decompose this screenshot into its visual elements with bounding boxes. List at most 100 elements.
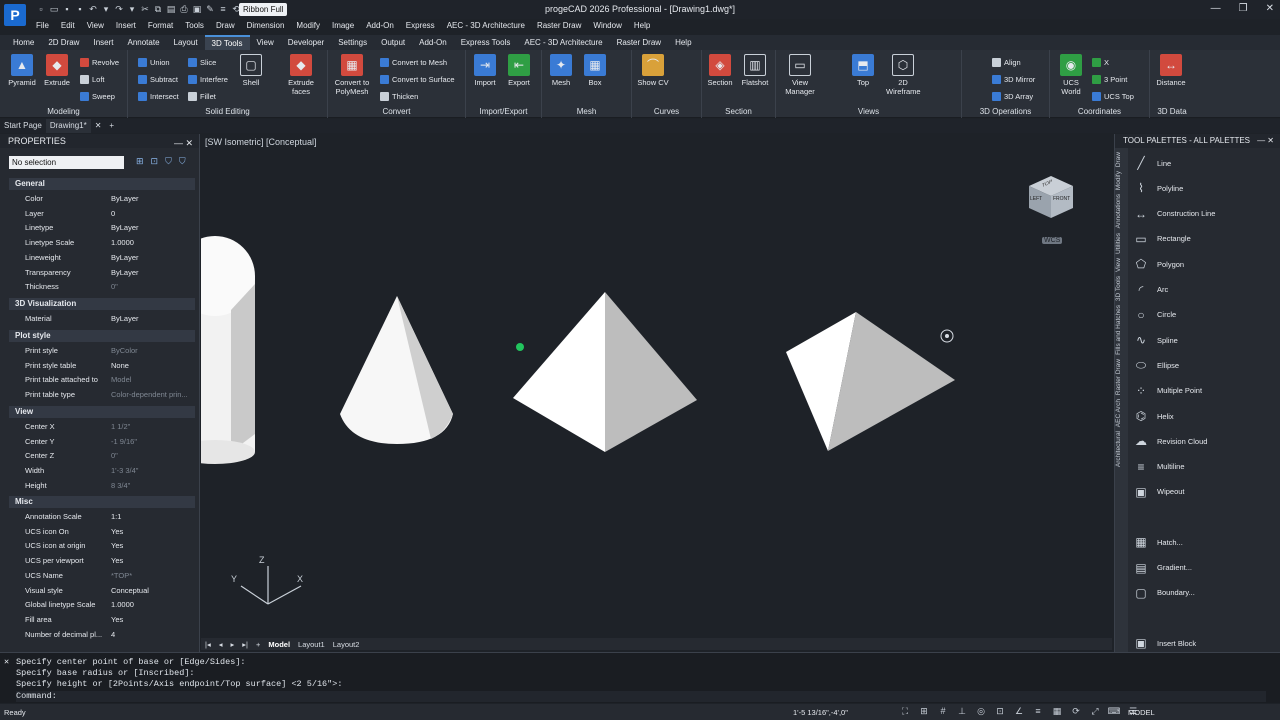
convert-polymesh-button[interactable]: ▦ Convert to PolyMesh — [332, 54, 372, 96]
tab-3d-tools[interactable]: 3D Tools — [204, 35, 250, 50]
property-row[interactable]: Center Y -1 9/16" — [9, 435, 195, 449]
tab-help[interactable]: Help — [668, 35, 698, 50]
property-value[interactable]: ByLayer — [111, 266, 195, 280]
properties-close-icon[interactable]: — ✕ — [174, 136, 193, 150]
grid-icon[interactable]: # — [936, 706, 950, 718]
cone-solid[interactable] — [340, 296, 453, 444]
palette-tab-view[interactable]: View — [1115, 258, 1122, 272]
save-as-icon[interactable]: ▪ — [75, 3, 85, 15]
wcs-menu[interactable]: WCS — [1042, 237, 1063, 244]
3d-mirror-button[interactable]: 3D Mirror — [992, 73, 1035, 85]
palette-tool-boundary[interactable]: ▢ Boundary... — [1131, 582, 1277, 604]
menu-format[interactable]: Format — [142, 19, 179, 33]
palette-tool-insert-block[interactable]: ▣ Insert Block — [1131, 632, 1277, 654]
undo-dropdown-icon[interactable]: ▾ — [101, 3, 111, 15]
property-value[interactable]: 1:1 — [111, 510, 195, 524]
property-value[interactable]: Yes — [111, 525, 195, 539]
palette-tab-utilities[interactable]: Utilities — [1115, 233, 1122, 254]
property-row[interactable]: Print table attached to Model — [9, 373, 195, 387]
close-icon[interactable]: ✕ — [1266, 3, 1274, 14]
menu-raster[interactable]: Raster Draw — [531, 19, 587, 33]
layout-nav-next-icon[interactable]: ▸ — [226, 640, 238, 649]
menu-express[interactable]: Express — [400, 19, 441, 33]
palette-tab-aec[interactable]: AEC Arch — [1115, 399, 1122, 427]
drawing-viewport[interactable]: [SW Isometric] [Conceptual] TOP LEFT FRO… — [201, 134, 1112, 638]
lineweight-icon[interactable]: ≡ — [1031, 706, 1045, 718]
menu-tools[interactable]: Tools — [179, 19, 210, 33]
property-row[interactable]: Thickness 0" — [9, 280, 195, 294]
ucs-x-button[interactable]: X — [1092, 56, 1109, 68]
tab-settings[interactable]: Settings — [331, 35, 374, 50]
tab-layout1[interactable]: Layout1 — [294, 640, 329, 649]
menu-addon[interactable]: Add-On — [360, 19, 400, 33]
shell-button[interactable]: ▢ Shell — [234, 54, 268, 87]
layout-nav-prev-icon[interactable]: ◂ — [215, 640, 227, 649]
property-row[interactable]: UCS per viewport Yes — [9, 554, 195, 568]
property-value[interactable]: *TOP* — [111, 569, 195, 583]
property-value[interactable]: Color-dependent prin... — [111, 388, 195, 402]
distance-button[interactable]: ↔ Distance — [1154, 54, 1188, 87]
mesh-button[interactable]: ✦ Mesh — [544, 54, 578, 87]
property-row[interactable]: Number of decimal pl... 4 — [9, 628, 195, 642]
app-logo-icon[interactable]: P — [4, 4, 26, 26]
command-close-icon[interactable]: ✕ — [4, 657, 9, 667]
palette-tab-modify[interactable]: Modify — [1115, 171, 1122, 190]
property-value[interactable]: 0 — [111, 207, 195, 221]
palette-tab-annotations[interactable]: Annotations — [1115, 194, 1122, 228]
new-tab-icon[interactable]: + — [105, 119, 118, 133]
tab-aec[interactable]: AEC - 3D Architecture — [517, 35, 609, 50]
layout-nav-first-icon[interactable]: |◂ — [201, 640, 215, 649]
property-row[interactable]: Lineweight ByLayer — [9, 251, 195, 265]
matchprop-icon[interactable]: ✎ — [205, 3, 215, 15]
palette-tab-fills[interactable]: Fills and Hatches — [1115, 305, 1122, 355]
annotation-scale-icon[interactable]: ⛶ — [898, 706, 912, 718]
property-row[interactable]: UCS icon On Yes — [9, 525, 195, 539]
menu-view[interactable]: View — [81, 19, 110, 33]
cylinder-solid[interactable] — [201, 236, 255, 464]
close-tab-icon[interactable]: ✕ — [91, 119, 106, 133]
osnap-icon[interactable]: ⊡ — [993, 706, 1007, 718]
ribbon-mode-dropdown[interactable]: Ribbon Full — [239, 3, 288, 16]
property-value[interactable]: Yes — [111, 554, 195, 568]
palette-tool-gradient[interactable]: ▤ Gradient... — [1131, 557, 1277, 579]
palette-tool-multiple-point[interactable]: ⁘ Multiple Point — [1131, 380, 1277, 402]
layout-nav-last-icon[interactable]: ▸| — [238, 640, 252, 649]
mesh-box-button[interactable]: ▦ Box — [578, 54, 612, 87]
menu-edit[interactable]: Edit — [55, 19, 81, 33]
property-value[interactable]: 0" — [111, 449, 195, 463]
palette-tool-polyline[interactable]: ⌇ Polyline — [1131, 177, 1277, 199]
ucs-world-button[interactable]: ◉ UCS World — [1054, 54, 1088, 96]
property-row[interactable]: Center Z 0" — [9, 449, 195, 463]
menu-modify[interactable]: Modify — [290, 19, 326, 33]
property-value[interactable]: ByLayer — [111, 312, 195, 326]
tab-drawing1[interactable]: Drawing1* — [45, 119, 91, 133]
command-input[interactable] — [16, 691, 1266, 702]
palette-tool-arc[interactable]: ◜ Arc — [1131, 279, 1277, 301]
property-row[interactable]: Layer 0 — [9, 207, 195, 221]
tab-model[interactable]: Model — [264, 640, 294, 649]
palette-tool-ellipse[interactable]: ⬭ Ellipse — [1131, 354, 1277, 376]
transparency-icon[interactable]: ▦ — [1050, 706, 1064, 718]
property-row[interactable]: UCS icon at origin Yes — [9, 539, 195, 553]
palette-tool-wipeout[interactable]: ▣ Wipeout — [1131, 481, 1277, 503]
tab-output[interactable]: Output — [374, 35, 412, 50]
otrack-icon[interactable]: ∠ — [1012, 706, 1026, 718]
property-row[interactable]: Width 1'-3 3/4" — [9, 464, 195, 478]
align-button[interactable]: Align — [992, 56, 1021, 68]
property-value[interactable]: ByColor — [111, 344, 195, 358]
property-row[interactable]: Annotation Scale 1:1 — [9, 510, 195, 524]
palette-tool-polygon[interactable]: ⬠ Polygon — [1131, 253, 1277, 275]
palette-tool-hatch[interactable]: ▦ Hatch... — [1131, 531, 1277, 553]
tab-2d-draw[interactable]: 2D Draw — [41, 35, 86, 50]
menu-image[interactable]: Image — [326, 19, 360, 33]
save-icon[interactable]: ▪ — [62, 3, 72, 15]
tab-insert[interactable]: Insert — [86, 35, 120, 50]
paste-icon[interactable]: ▤ — [166, 3, 176, 15]
toggle-pickadd-icon[interactable]: ⊞ — [136, 156, 144, 167]
menu-aec[interactable]: AEC - 3D Architecture — [441, 19, 531, 33]
tab-layout[interactable]: Layout — [167, 35, 205, 50]
tab-express-tools[interactable]: Express Tools — [454, 35, 518, 50]
palette-tool-construction-line[interactable]: ↔ Construction Line — [1131, 203, 1277, 225]
property-value[interactable]: 1 1/2" — [111, 420, 195, 434]
redo-icon[interactable]: ↷ — [114, 3, 124, 15]
